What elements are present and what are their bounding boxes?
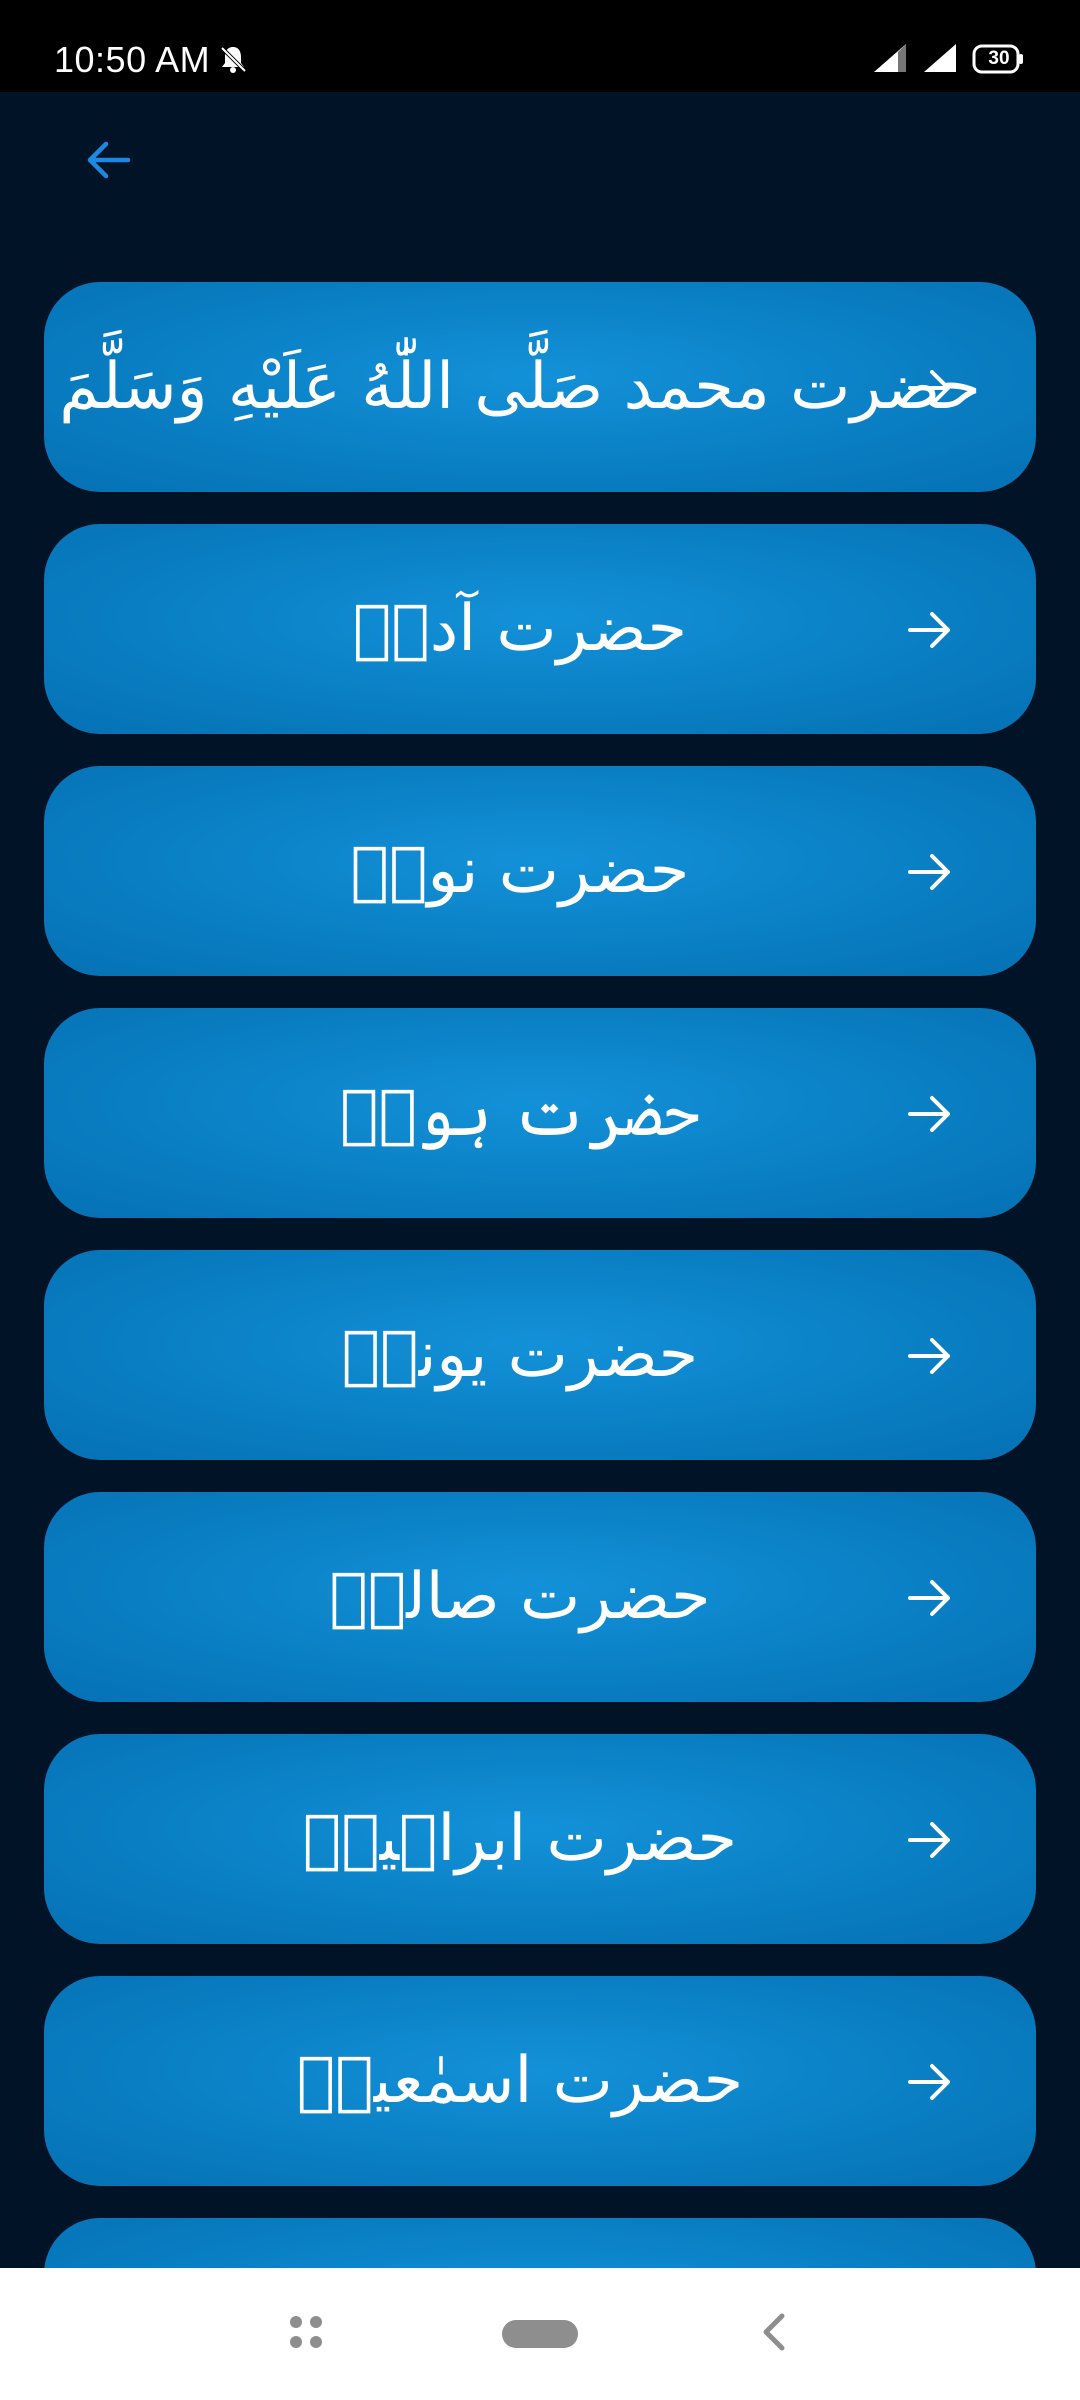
prophet-card-partial[interactable] [44,2218,1036,2268]
recent-apps-icon[interactable] [286,2312,326,2352]
back-button[interactable] [76,128,140,192]
prophet-card[interactable]: حضرت محمد صَلَّى اللّٰهُ عَلَيْهِ وَسَلَ… [44,282,1036,492]
prophet-card[interactable]: حضرت نوحؑ [44,766,1036,976]
prophet-card[interactable]: حضرت اسمٰعیلؑ [44,1976,1036,2186]
prophet-card[interactable]: حضرت صالحؑ [44,1492,1036,1702]
battery-level: 30 [988,48,1010,69]
prophet-name: حضرت محمد صَلَّى اللّٰهُ عَلَيْهِ وَسَلَ… [59,350,981,424]
arrow-right-icon [908,612,950,648]
prophet-card[interactable]: حضرت ہودؑ [44,1008,1036,1218]
prophet-name: حضرت اسمٰعیلؑ [296,2044,744,2118]
prophet-name: حضرت ابراہیمؑ [302,1802,738,1876]
arrow-right-icon [908,1580,950,1616]
home-pill-icon[interactable] [502,2320,578,2348]
arrow-right-icon [908,854,950,890]
arrow-right-icon [908,1096,950,1132]
signal-icon [924,44,956,72]
prophet-card[interactable]: حضرت آدمؑ [44,524,1036,734]
prophet-name: حضرت صالحؑ [329,1560,711,1634]
status-bar: 10:50 AM 30 [0,0,1080,92]
prophet-name: حضرت یونسؑ [341,1318,699,1392]
arrow-right-icon [908,370,950,406]
navigation-bar [0,2268,1080,2400]
arrow-right-icon [908,1822,950,1858]
prophet-card[interactable]: حضرت یونسؑ [44,1250,1036,1460]
arrow-left-icon [87,141,131,179]
arrow-right-icon [908,1338,950,1374]
arrow-right-icon [908,2064,950,2100]
nav-back-icon[interactable] [756,2312,792,2352]
prophet-name: حضرت آدمؑ [352,592,688,666]
signal-icon [874,44,906,72]
prophet-name [164,2218,876,2268]
prophet-card[interactable]: حضرت ابراہیمؑ [44,1734,1036,1944]
prophet-list[interactable]: حضرت محمد صَلَّى اللّٰهُ عَلَيْهِ وَسَلَ… [0,0,1080,2268]
prophet-name: حضرت ہودؑ [340,1076,700,1151]
status-time: 10:50 AM [54,39,211,80]
bell-off-icon [220,46,247,73]
prophet-name: حضرت نوحؑ [350,834,690,908]
